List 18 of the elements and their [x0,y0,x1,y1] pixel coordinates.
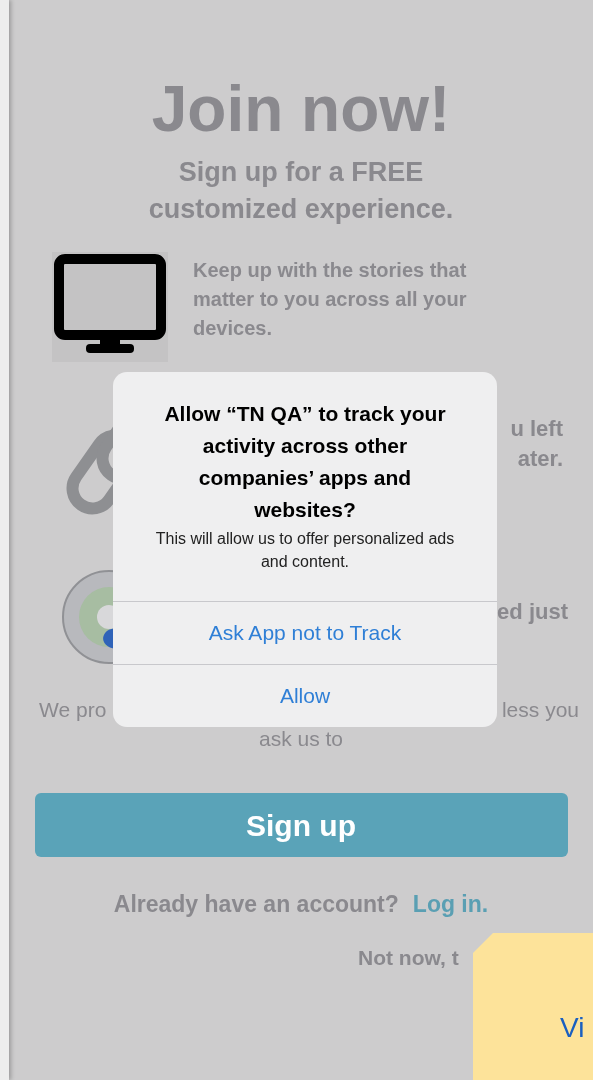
login-link[interactable]: Log in. [412,889,489,919]
dialog-button[interactable]: Ask App not to Track [113,601,497,664]
feature-text: ed just [497,598,568,626]
sign-up-button[interactable]: Sign up [34,793,568,857]
monitor-icon [52,252,168,362]
dialog-message: This will allow us to offer personalized ads and content. [154,529,456,572]
page-subtitle: Sign up for a FREE customized experience. [148,156,454,226]
note-text: Vi [560,1011,585,1045]
promise-text: ask us to [258,726,343,752]
promise-text: We pro [39,697,107,723]
feature-text: Keep up with the stories that matter to you across all your devices. [193,258,468,341]
dialog-button[interactable]: Allow [113,664,497,727]
not-now-link[interactable]: Not now, t [358,946,459,969]
dialog-title: Allow “TN QA” to track your activity across other companies’ apps and websites? [163,401,447,523]
feature-text: u left ater. [510,415,563,473]
promise-text: less you [501,697,579,723]
login-prompt: Already have an account? [113,890,399,919]
page-title: Join now! [151,72,451,147]
